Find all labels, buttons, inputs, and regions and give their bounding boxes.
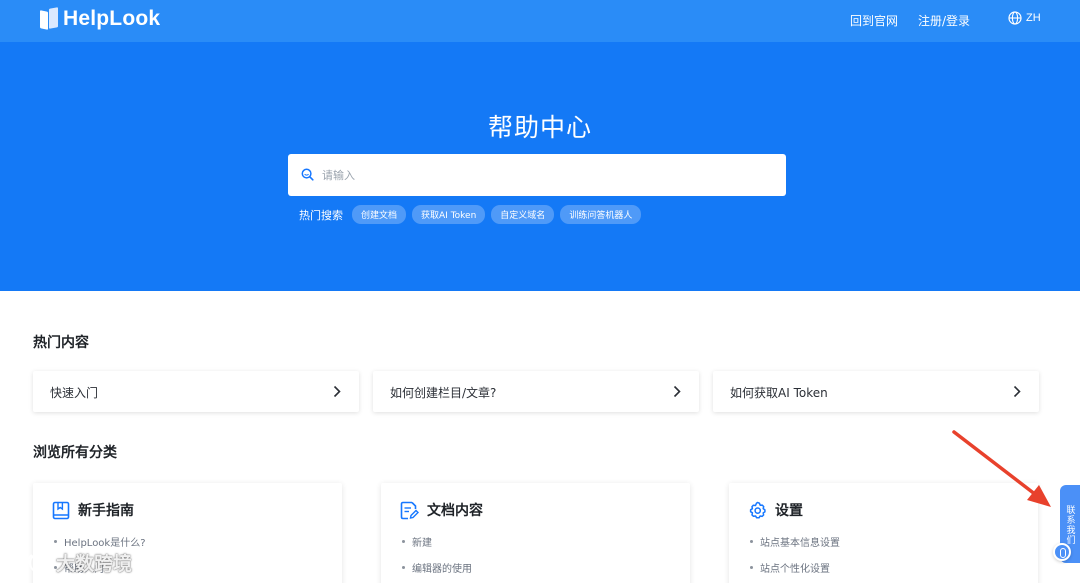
search-box[interactable] bbox=[288, 154, 786, 196]
hot-search-tag[interactable]: 训练问答机器人 bbox=[560, 205, 642, 224]
category-link-label: 站点个性化设置 bbox=[760, 564, 830, 575]
chevron-right-icon bbox=[333, 385, 341, 398]
hot-content-heading: 热门内容 bbox=[33, 335, 89, 351]
search-icon bbox=[301, 168, 314, 181]
hot-search-tag[interactable]: 自定义域名 bbox=[491, 205, 555, 224]
all-categories-heading: 浏览所有分类 bbox=[33, 445, 117, 461]
hot-content-card[interactable]: 如何获取AI Token bbox=[713, 371, 1039, 412]
document-edit-icon bbox=[400, 501, 419, 519]
category-card[interactable]: 文档内容 新建 编辑器的使用 bbox=[381, 483, 690, 583]
hot-content-card[interactable]: 快速入门 bbox=[33, 371, 359, 412]
hot-content-label: 快速入门 bbox=[50, 386, 99, 400]
official-site-link[interactable]: 回到官网 bbox=[850, 12, 898, 29]
top-navbar: HelpLook 回到官网 注册/登录 ZH bbox=[0, 0, 1080, 42]
category-header: 设置 bbox=[748, 500, 803, 520]
category-link-label: HelpLook是什么? bbox=[64, 538, 146, 549]
language-label: ZH bbox=[1026, 12, 1041, 24]
hot-search-tag[interactable]: 创建文档 bbox=[352, 205, 407, 224]
chat-icon[interactable] bbox=[1053, 543, 1071, 561]
category-header: 文档内容 bbox=[400, 500, 483, 520]
hot-search-bar: 热门搜索 创建文档 获取AI Token 自定义域名 训练问答机器人 bbox=[299, 205, 642, 224]
hot-content-label: 如何创建栏目/文章? bbox=[390, 386, 497, 400]
page-title: 帮助中心 bbox=[487, 113, 592, 142]
category-card[interactable]: 设置 站点基本信息设置 站点个性化设置 bbox=[729, 483, 1038, 583]
category-link-label: 站点基本信息设置 bbox=[760, 538, 840, 549]
category-link-label: 编辑器的使用 bbox=[412, 564, 472, 575]
gear-icon bbox=[749, 501, 766, 519]
category-title: 新手指南 bbox=[78, 503, 134, 519]
language-switcher[interactable]: ZH bbox=[1008, 11, 1041, 25]
helplook-logo-icon bbox=[40, 7, 59, 30]
hot-search-label: 热门搜索 bbox=[299, 208, 343, 222]
category-title: 文档内容 bbox=[427, 503, 483, 519]
chevron-right-icon bbox=[1013, 385, 1021, 398]
brand-name: HelpLook bbox=[63, 7, 161, 30]
category-link-label: 新建 bbox=[412, 538, 432, 549]
category-link[interactable]: 站点个性化设置 bbox=[750, 560, 830, 575]
category-link[interactable]: 新建 bbox=[402, 534, 432, 549]
helplook-logo[interactable]: HelpLook bbox=[40, 7, 160, 31]
book-icon bbox=[52, 501, 70, 519]
globe-icon bbox=[1008, 11, 1022, 25]
category-link[interactable]: 编辑器的使用 bbox=[402, 560, 472, 575]
search-input[interactable] bbox=[322, 154, 772, 196]
login-register-link[interactable]: 注册/登录 bbox=[918, 12, 970, 29]
category-title: 设置 bbox=[775, 503, 803, 519]
category-link[interactable]: 站点基本信息设置 bbox=[750, 534, 840, 549]
hot-search-tag[interactable]: 获取AI Token bbox=[412, 205, 486, 224]
chevron-right-icon bbox=[673, 385, 681, 398]
hot-content-card[interactable]: 如何创建栏目/文章? bbox=[373, 371, 699, 412]
watermark-text: 大数跨境 bbox=[56, 553, 133, 575]
hero-banner: 帮助中心 热门搜索 创建文档 获取AI Token 自定义域名 训练问答机器人 bbox=[0, 42, 1080, 291]
watermark-logo-icon bbox=[27, 552, 49, 573]
category-link[interactable]: HelpLook是什么? bbox=[54, 534, 146, 549]
category-header: 新手指南 bbox=[52, 500, 134, 520]
hot-content-label: 如何获取AI Token bbox=[730, 386, 828, 400]
watermark: 大数跨境 bbox=[26, 549, 132, 576]
